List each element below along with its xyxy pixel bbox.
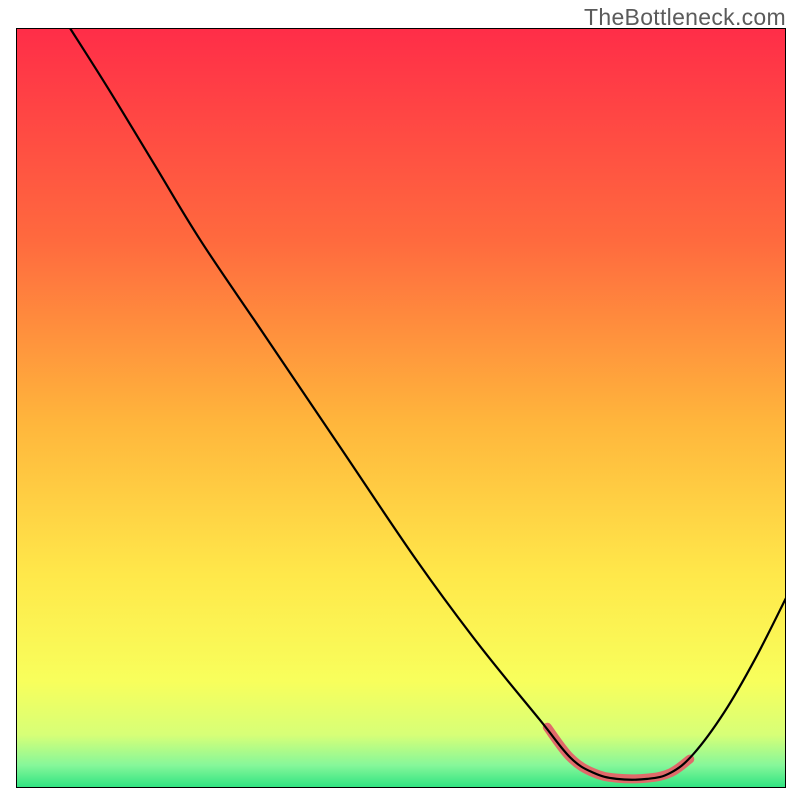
- chart-svg: [16, 28, 786, 788]
- chart-container: TheBottleneck.com: [0, 0, 800, 800]
- gradient-background: [16, 28, 786, 788]
- plot-area: [16, 28, 786, 788]
- watermark-text: TheBottleneck.com: [584, 4, 786, 31]
